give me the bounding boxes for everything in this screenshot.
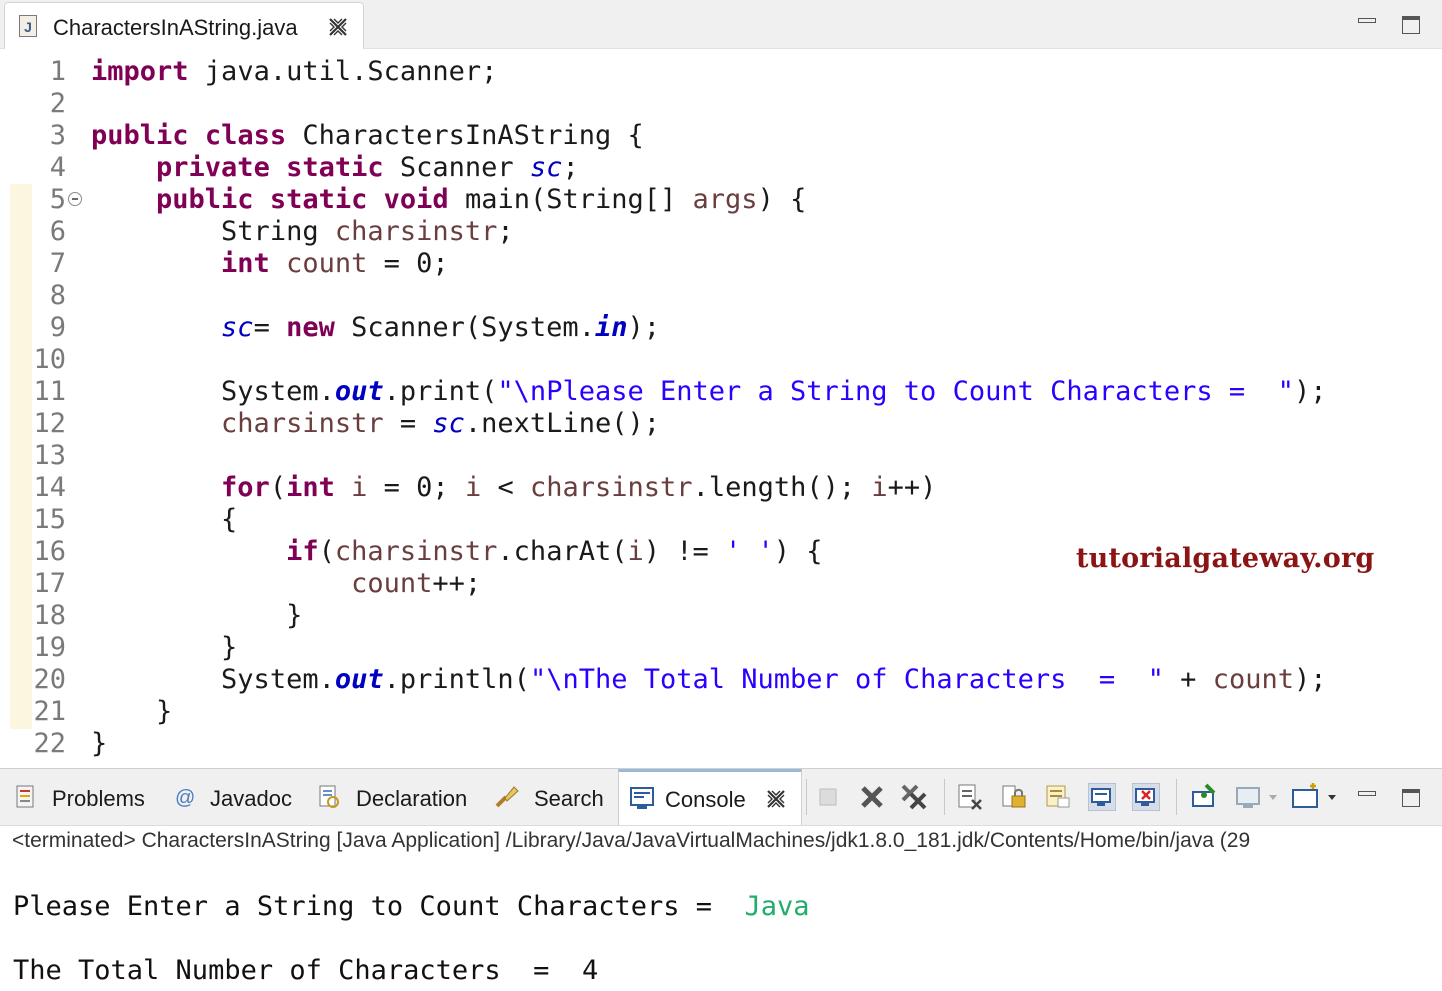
java-file-icon: J (19, 15, 37, 37)
tab-label: Declaration (356, 786, 468, 811)
tab-javadoc[interactable]: @ Javadoc (166, 769, 302, 825)
code-line: charsinstr = sc.nextLine(); (221, 408, 660, 439)
console-user-input: Java (744, 891, 810, 922)
line-number: 10 (33, 344, 66, 375)
line-number: 11 (33, 376, 66, 407)
line-number: 21 (33, 696, 66, 727)
tab-label: Search (534, 786, 604, 811)
code-line: } (286, 600, 303, 631)
watermark-logo: tutorialgateway.org (1076, 543, 1375, 574)
line-number: 18 (33, 600, 66, 631)
code-line: { (221, 504, 238, 535)
maximize-icon[interactable] (1400, 14, 1422, 36)
code-line: String charsinstr; (221, 216, 514, 247)
code-line: public static void main(String[] args) { (156, 184, 807, 215)
line-number: 16 (33, 536, 66, 567)
console-icon (630, 787, 654, 809)
line-number: 13 (33, 440, 66, 471)
tab-label: Console (665, 787, 746, 812)
console-panel: Problems @ Javadoc Declaration Search Co… (0, 768, 1442, 991)
line-number: 2 (49, 88, 66, 119)
console-prompt: Please Enter a String to Count Character… (13, 891, 745, 922)
editor-tab[interactable]: J CharactersInAString.java (4, 2, 364, 49)
line-number: 4 (49, 152, 66, 183)
line-number: 3 (49, 120, 66, 151)
code-line: count++; (351, 568, 482, 599)
line-number: 14 (33, 472, 66, 503)
line-number: 12 (33, 408, 66, 439)
line-number: 9 (49, 312, 66, 343)
console-output-line: The Total Number of Characters = 4 (13, 955, 599, 986)
show-on-stdout-icon[interactable] (1088, 783, 1116, 811)
close-icon[interactable] (327, 16, 349, 38)
line-number: 22 (33, 728, 66, 759)
minimize-icon[interactable] (1356, 10, 1378, 32)
code-line: private static Scanner sc; (156, 152, 579, 183)
svg-text:@: @ (175, 787, 195, 809)
editor-tab-bar: J CharactersInAString.java (0, 0, 1442, 49)
remove-all-terminated-icon[interactable] (900, 783, 928, 811)
search-icon (495, 786, 519, 808)
close-icon[interactable] (765, 788, 787, 810)
fold-collapse-icon[interactable] (68, 192, 82, 206)
display-console-icon[interactable] (1234, 783, 1282, 811)
show-on-stderr-icon[interactable] (1132, 783, 1160, 811)
tab-search[interactable]: Search (490, 769, 616, 825)
declaration-icon (319, 785, 339, 808)
terminate-icon[interactable] (814, 783, 842, 811)
line-number: 8 (49, 280, 66, 311)
clear-console-icon[interactable] (956, 783, 984, 811)
javadoc-icon: @ (175, 787, 195, 809)
remove-launch-icon[interactable] (858, 783, 886, 811)
open-console-icon[interactable] (1290, 783, 1344, 811)
code-line: System.out.print("\nPlease Enter a Strin… (221, 376, 1327, 407)
code-line: import java.util.Scanner; (91, 56, 498, 87)
code-line: } (91, 728, 108, 759)
line-number: 15 (33, 504, 66, 535)
code-line: int count = 0; (221, 248, 449, 279)
editor-tab-title: CharactersInAString.java (53, 15, 298, 40)
tab-label: Problems (52, 786, 145, 811)
line-number: 6 (49, 216, 66, 247)
scroll-lock-icon[interactable] (1000, 783, 1028, 811)
line-number: 17 (33, 568, 66, 599)
toolbar-separator (944, 779, 945, 815)
tab-problems[interactable]: Problems (6, 769, 162, 825)
minimize-icon[interactable] (1356, 783, 1378, 805)
console-process-status: <terminated> CharactersInAString [Java A… (12, 829, 1251, 852)
line-number: 5 (49, 184, 66, 215)
line-number: 1 (49, 56, 66, 87)
toolbar-separator (806, 779, 807, 815)
problems-icon (16, 785, 34, 808)
pin-console-icon[interactable] (1190, 783, 1218, 811)
maximize-icon[interactable] (1400, 787, 1422, 809)
line-number: 19 (33, 632, 66, 663)
tab-console[interactable]: Console (618, 769, 802, 825)
code-line: public class CharactersInAString { (91, 120, 644, 151)
word-wrap-icon[interactable] (1044, 783, 1072, 811)
code-line: sc= new Scanner(System.in); (221, 312, 660, 343)
line-number: 20 (33, 664, 66, 695)
line-number-gutter: 1 2 3 4 5 6 7 8 9 10 11 12 13 14 15 16 1… (0, 49, 86, 764)
view-tab-bar: Problems @ Javadoc Declaration Search Co… (0, 769, 1442, 826)
code-line: if(charsinstr.charAt(i) != ' ') { (286, 536, 823, 567)
tab-declaration[interactable]: Declaration (308, 769, 484, 825)
code-editor[interactable]: 1 2 3 4 5 6 7 8 9 10 11 12 13 14 15 16 1… (0, 49, 1442, 764)
toolbar-separator (1176, 779, 1177, 815)
code-line: for(int i = 0; i < charsinstr.length(); … (221, 472, 937, 503)
tab-label: Javadoc (210, 786, 292, 811)
code-line: } (221, 632, 238, 663)
code-line: System.out.println("\nThe Total Number o… (221, 664, 1327, 695)
code-line: } (156, 696, 173, 727)
line-number: 7 (49, 248, 66, 279)
console-output-line: Please Enter a String to Count Character… (13, 889, 810, 925)
